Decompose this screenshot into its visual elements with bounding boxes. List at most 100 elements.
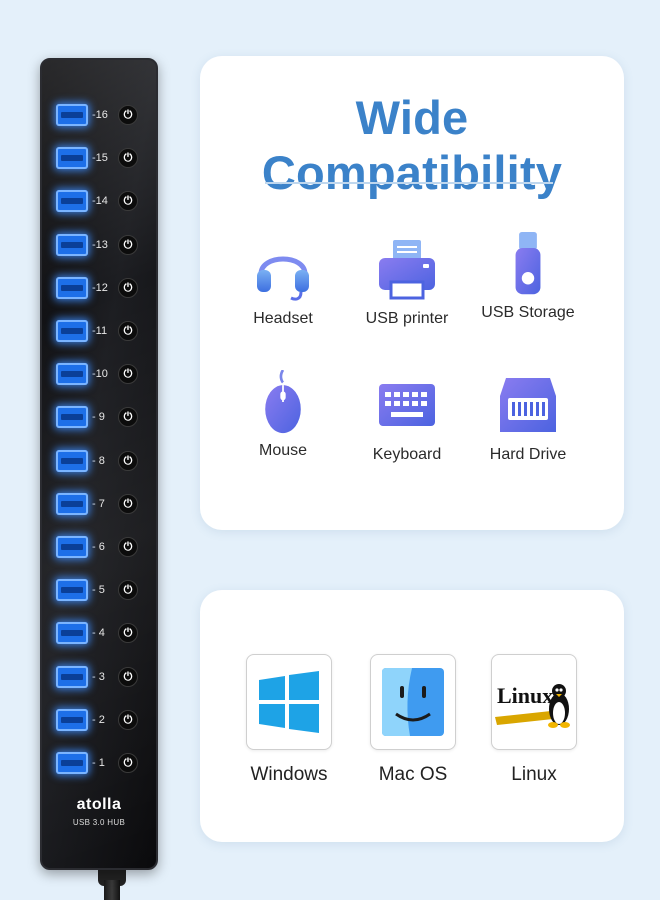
os-label: Mac OS xyxy=(378,764,448,785)
mouse-icon xyxy=(265,370,301,434)
power-button-icon: ⏻ xyxy=(118,450,138,471)
os-tile xyxy=(246,654,332,750)
power-button-icon: ⏻ xyxy=(118,234,138,255)
device-label: Hard Drive xyxy=(489,446,567,463)
usb-port xyxy=(56,233,88,256)
windows-logo-icon xyxy=(259,671,319,733)
usb-port xyxy=(56,320,88,342)
linux-logo-text: Linux xyxy=(497,683,553,708)
port-number: - 5 xyxy=(92,584,105,597)
device-label: Headset xyxy=(253,310,313,327)
linux-logo-icon: Linux xyxy=(495,683,570,728)
printer-icon xyxy=(379,240,435,300)
usb-port xyxy=(56,622,88,645)
power-button-icon: ⏻ xyxy=(118,364,138,385)
power-button-icon: ⏻ xyxy=(118,277,138,298)
os-label: Windows xyxy=(250,764,328,785)
port-row: - 8 ⏻ xyxy=(56,448,148,474)
power-button-icon: ⏻ xyxy=(118,105,138,125)
os-label: Linux xyxy=(511,764,557,785)
hub-model: USB 3.0 HUB xyxy=(72,818,126,827)
keyboard-icon xyxy=(379,384,435,426)
port-number: - 3 xyxy=(92,670,105,683)
device-hard-drive: Hard Drive xyxy=(458,374,598,464)
brand-logo: atolla xyxy=(76,796,122,813)
power-button-icon: ⏻ xyxy=(118,493,138,514)
os-windows: Windows xyxy=(229,654,349,786)
port-row: - 1 ⏻ xyxy=(56,750,148,776)
title-divider xyxy=(265,182,553,184)
usb-port xyxy=(56,190,88,213)
port-number: - 6 xyxy=(92,541,105,553)
port-row: - 5 ⏻ xyxy=(56,577,148,603)
power-button-icon: ⏻ xyxy=(118,191,138,212)
os-linux: Linux Linux xyxy=(474,654,594,786)
power-button-icon: ⏻ xyxy=(118,407,138,428)
port-number: - 7 xyxy=(92,497,105,510)
port-number: - 1 xyxy=(92,757,105,769)
device-headset: Headset xyxy=(213,238,353,328)
device-usb-storage: USB Storage xyxy=(458,232,598,322)
usb-port xyxy=(56,104,88,126)
usb-port xyxy=(56,492,88,515)
power-button-icon: ⏻ xyxy=(118,623,138,644)
usb-port xyxy=(56,276,88,299)
port-row: - 7 ⏻ xyxy=(56,491,148,517)
port-row: - 3 ⏻ xyxy=(56,664,148,690)
usb-port xyxy=(56,708,88,731)
port-row: - 2 ⏻ xyxy=(56,707,148,733)
port-row: -13 ⏻ xyxy=(56,232,148,258)
port-row: -16 ⏻ xyxy=(56,102,148,128)
device-label: Mouse xyxy=(258,442,308,459)
headset-icon xyxy=(257,256,309,301)
usb-port xyxy=(56,147,88,170)
port-number: -13 xyxy=(92,238,108,251)
port-number: - 8 xyxy=(92,454,105,467)
os-macos: Mac OS xyxy=(353,654,473,786)
port-row: -10 ⏻ xyxy=(56,361,148,387)
port-row: -15 ⏻ xyxy=(56,145,148,171)
device-label: USB Storage xyxy=(481,304,575,321)
usb-port xyxy=(56,665,88,688)
power-button-icon: ⏻ xyxy=(118,753,138,773)
power-button-icon: ⏻ xyxy=(118,148,138,169)
port-number: - 9 xyxy=(92,411,105,424)
device-label: Keyboard xyxy=(372,446,442,463)
power-button-icon: ⏻ xyxy=(118,580,138,601)
port-row: - 4 ⏻ xyxy=(56,620,148,646)
usb-port xyxy=(56,579,88,602)
port-number: -10 xyxy=(92,368,108,381)
port-row: -12 ⏻ xyxy=(56,275,148,301)
os-tile xyxy=(370,654,456,750)
port-row: - 9 ⏻ xyxy=(56,404,148,430)
usb-port xyxy=(56,536,88,558)
power-button-icon: ⏻ xyxy=(118,321,138,341)
hard-drive-icon xyxy=(500,378,556,432)
usb-port xyxy=(56,752,88,774)
usb-storage-icon xyxy=(515,232,541,295)
device-printer: USB printer xyxy=(337,238,477,328)
device-mouse: Mouse xyxy=(213,370,353,460)
port-number: - 2 xyxy=(92,713,105,726)
port-number: -16 xyxy=(92,109,108,121)
usb-port xyxy=(56,363,88,386)
port-number: -14 xyxy=(92,195,108,208)
os-tile: Linux xyxy=(491,654,577,750)
port-row: -11 ⏻ xyxy=(56,318,148,344)
port-number: -12 xyxy=(92,281,108,294)
power-button-icon: ⏻ xyxy=(118,537,138,557)
port-number: -15 xyxy=(92,152,108,165)
usb-hub: -16 ⏻ -15 ⏻ -14 ⏻ -13 ⏻ -12 ⏻ -11 ⏻ -10 ⏻ - 9 ⏻ - 8 ⏻ - 7 ⏻… xyxy=(40,58,158,870)
port-number: -11 xyxy=(92,325,108,337)
usb-cable xyxy=(104,880,120,900)
port-number: - 4 xyxy=(92,627,105,640)
mac-finder-icon xyxy=(382,668,444,736)
port-row: -14 ⏻ xyxy=(56,188,148,214)
usb-port xyxy=(56,406,88,429)
port-row: - 6 ⏻ xyxy=(56,534,148,560)
power-button-icon: ⏻ xyxy=(118,666,138,687)
usb-port xyxy=(56,449,88,472)
device-keyboard: Keyboard xyxy=(337,374,477,464)
device-label: USB printer xyxy=(365,310,449,327)
power-button-icon: ⏻ xyxy=(118,709,138,730)
